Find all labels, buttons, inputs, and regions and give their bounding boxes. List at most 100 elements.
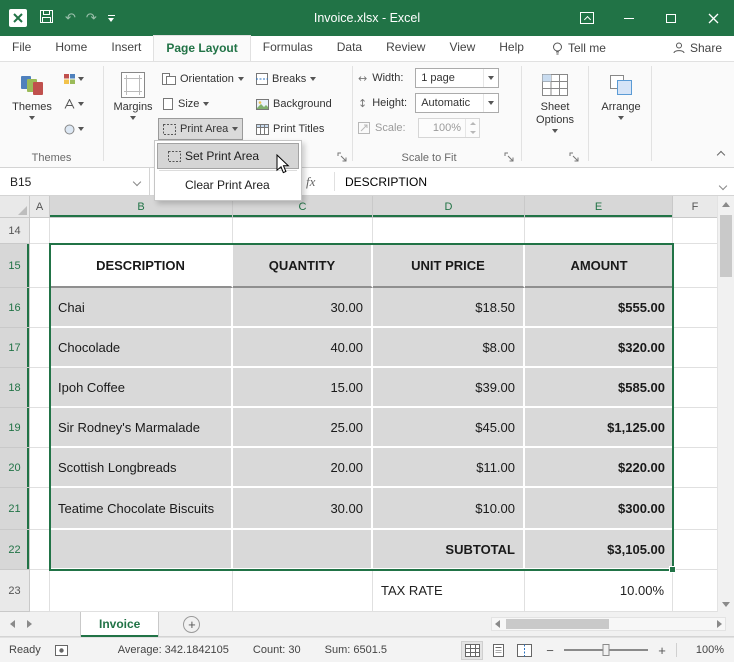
close-button[interactable]: [692, 0, 734, 36]
sheet-tab-invoice[interactable]: Invoice: [80, 612, 159, 637]
cell-e22[interactable]: $3,105.00: [525, 530, 673, 570]
zoom-out-button[interactable]: −: [543, 643, 557, 658]
theme-effects-button[interactable]: [62, 120, 86, 138]
tab-page-layout[interactable]: Page Layout: [153, 35, 250, 61]
sheet-options-dialog-launcher[interactable]: [568, 151, 581, 164]
zoom-level[interactable]: 100%: [684, 644, 724, 656]
cell[interactable]: [233, 570, 373, 612]
tab-formulas[interactable]: Formulas: [251, 35, 325, 61]
cell-c15[interactable]: QUANTITY: [233, 244, 373, 288]
horizontal-scrollbar[interactable]: [491, 617, 726, 631]
cell[interactable]: [673, 328, 717, 368]
cell[interactable]: [673, 488, 717, 530]
row-header-17[interactable]: 17: [0, 328, 30, 368]
insert-function-button[interactable]: fx: [306, 174, 315, 190]
cell[interactable]: [30, 218, 50, 244]
cell[interactable]: [30, 368, 50, 408]
print-titles-button[interactable]: Print Titles: [252, 118, 328, 140]
combo-dropdown-button[interactable]: [483, 69, 498, 87]
cell-b19[interactable]: Sir Rodney's Marmalade: [50, 408, 233, 448]
cell-e15[interactable]: AMOUNT: [525, 244, 673, 288]
cell-d17[interactable]: $8.00: [373, 328, 525, 368]
background-button[interactable]: Background: [252, 93, 336, 115]
theme-fonts-button[interactable]: [62, 95, 86, 113]
cell-c20[interactable]: 20.00: [233, 448, 373, 488]
zoom-slider[interactable]: [564, 649, 648, 651]
cell-d19[interactable]: $45.00: [373, 408, 525, 448]
horizontal-scroll-thumb[interactable]: [506, 619, 609, 629]
row-header-18[interactable]: 18: [0, 368, 30, 408]
expand-formula-bar-button[interactable]: [720, 178, 726, 192]
column-header-a[interactable]: A: [30, 196, 50, 218]
width-combo[interactable]: 1 page: [415, 68, 499, 88]
cell[interactable]: [233, 218, 373, 244]
page-break-preview-button[interactable]: [513, 641, 535, 660]
cell-b21[interactable]: Teatime Chocolate Biscuits: [50, 488, 233, 530]
cell-e19[interactable]: $1,125.00: [525, 408, 673, 448]
cell-c18[interactable]: 15.00: [233, 368, 373, 408]
normal-view-button[interactable]: [461, 641, 483, 660]
sheet-nav-next-button[interactable]: [27, 617, 32, 631]
cell[interactable]: [30, 244, 50, 288]
scroll-down-button[interactable]: [718, 596, 734, 612]
tab-home[interactable]: Home: [43, 35, 99, 61]
row-header-21[interactable]: 21: [0, 488, 30, 530]
cell[interactable]: [673, 408, 717, 448]
scroll-left-button[interactable]: [492, 617, 503, 631]
cell[interactable]: [30, 530, 50, 570]
cell-c17[interactable]: 40.00: [233, 328, 373, 368]
cell[interactable]: [50, 218, 233, 244]
minimize-button[interactable]: [608, 0, 650, 36]
formula-input[interactable]: DESCRIPTION: [345, 175, 427, 189]
macro-record-button[interactable]: [55, 645, 68, 656]
name-box[interactable]: B15: [0, 168, 150, 195]
page-layout-view-button[interactable]: [487, 641, 509, 660]
cell[interactable]: [30, 328, 50, 368]
cell-d23[interactable]: TAX RATE: [373, 570, 525, 612]
cell[interactable]: [673, 288, 717, 328]
cell-b18[interactable]: Ipoh Coffee: [50, 368, 233, 408]
row-header-15[interactable]: 15: [0, 244, 30, 288]
excel-app-icon[interactable]: [9, 9, 27, 27]
tab-data[interactable]: Data: [325, 35, 374, 61]
cell[interactable]: [673, 570, 717, 612]
select-all-button[interactable]: [0, 196, 30, 218]
share-button[interactable]: Share: [673, 35, 722, 61]
cell-e20[interactable]: $220.00: [525, 448, 673, 488]
customize-quick-access-button[interactable]: [108, 15, 115, 22]
cell[interactable]: [50, 570, 233, 612]
cell[interactable]: [525, 218, 673, 244]
cell[interactable]: [30, 288, 50, 328]
tab-file[interactable]: File: [0, 35, 43, 61]
tell-me-button[interactable]: Tell me: [552, 35, 606, 61]
cell-d22[interactable]: SUBTOTAL: [373, 530, 525, 570]
row-header-19[interactable]: 19: [0, 408, 30, 448]
height-combo[interactable]: Automatic: [415, 93, 499, 113]
cell[interactable]: [373, 218, 525, 244]
add-sheet-button[interactable]: +: [183, 616, 200, 633]
page-setup-dialog-launcher[interactable]: [336, 151, 349, 164]
column-header-f[interactable]: F: [673, 196, 717, 218]
cell-e17[interactable]: $320.00: [525, 328, 673, 368]
scroll-right-button[interactable]: [714, 617, 725, 631]
cell-e16[interactable]: $555.00: [525, 288, 673, 328]
cell-d16[interactable]: $18.50: [373, 288, 525, 328]
tab-view[interactable]: View: [437, 35, 487, 61]
zoom-slider-thumb[interactable]: [603, 644, 610, 656]
combo-dropdown-button[interactable]: [483, 94, 498, 112]
cell-d18[interactable]: $39.00: [373, 368, 525, 408]
vertical-scrollbar[interactable]: [717, 196, 734, 612]
vertical-scroll-thumb[interactable]: [720, 215, 732, 277]
cell-c21[interactable]: 30.00: [233, 488, 373, 530]
save-button[interactable]: [40, 10, 53, 26]
cell-c19[interactable]: 25.00: [233, 408, 373, 448]
row-header-16[interactable]: 16: [0, 288, 30, 328]
cell-e18[interactable]: $585.00: [525, 368, 673, 408]
cell-d21[interactable]: $10.00: [373, 488, 525, 530]
tab-insert[interactable]: Insert: [99, 35, 153, 61]
cell-e23[interactable]: 10.00%: [525, 570, 673, 612]
spin-down-button[interactable]: [466, 128, 479, 137]
sheet-nav-prev-button[interactable]: [10, 617, 15, 631]
cell[interactable]: [30, 408, 50, 448]
cell-b20[interactable]: Scottish Longbreads: [50, 448, 233, 488]
